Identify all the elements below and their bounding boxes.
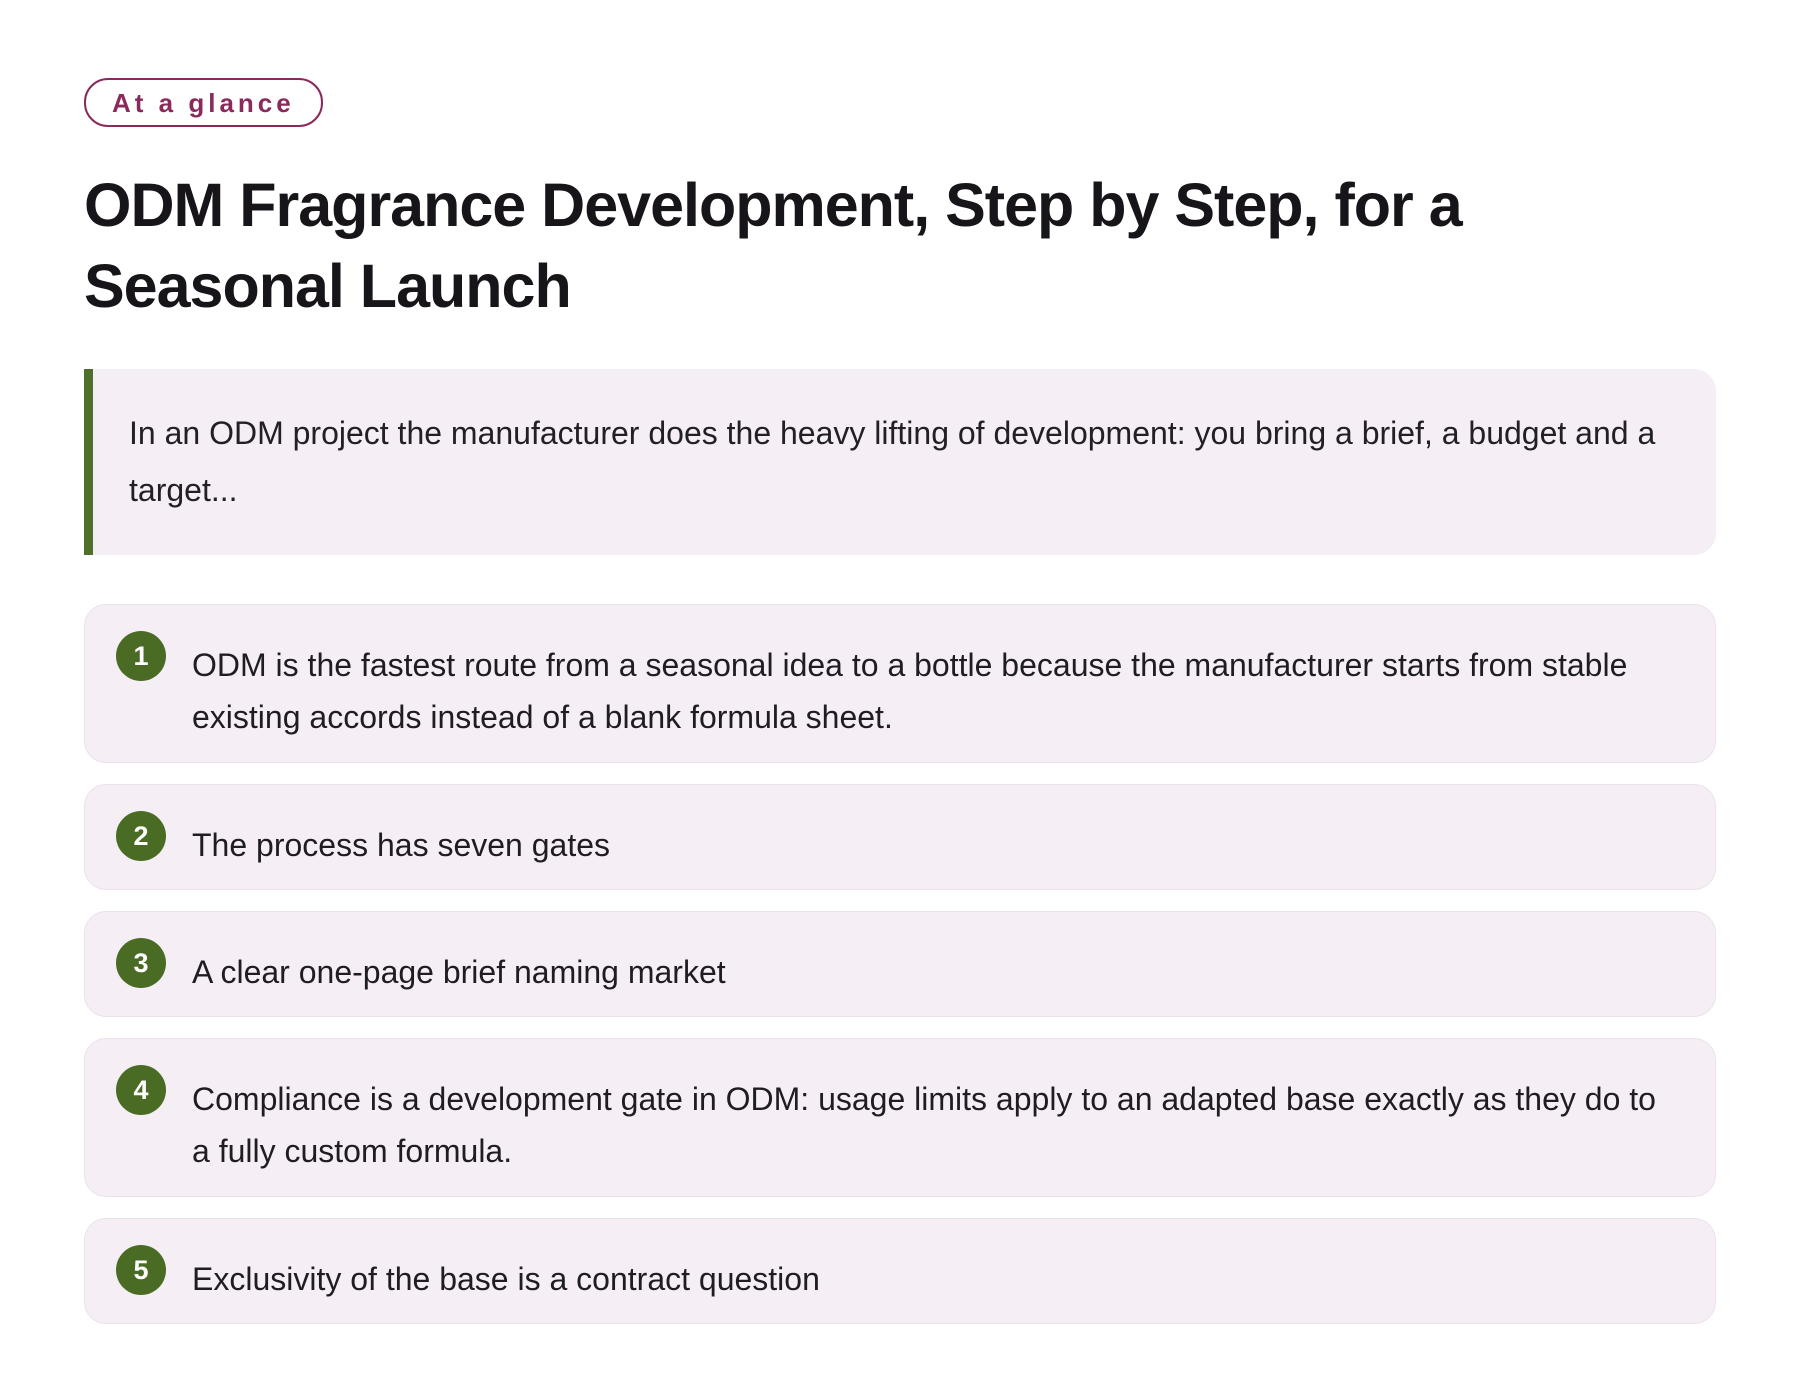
list-item-text: Compliance is a development gate in ODM:…	[192, 1081, 1656, 1169]
list-item: 3 A clear one-page brief naming market	[84, 911, 1716, 1017]
list-item: 4 Compliance is a development gate in OD…	[84, 1038, 1716, 1197]
step-number-badge: 4	[116, 1065, 166, 1115]
step-number-badge: 1	[116, 631, 166, 681]
page-title: ODM Fragrance Development, Step by Step,…	[84, 171, 1463, 320]
list-item-text: ODM is the fastest route from a seasonal…	[192, 647, 1628, 735]
list-item: 2 The process has seven gates	[84, 784, 1716, 890]
list-item: 5 Exclusivity of the base is a contract …	[84, 1218, 1716, 1324]
list-item-text: Exclusivity of the base is a contract qu…	[192, 1261, 820, 1297]
at-a-glance-badge: At a glance	[84, 78, 323, 127]
list-item-text: The process has seven gates	[192, 827, 611, 863]
key-points-list: 1 ODM is the fastest route from a season…	[84, 604, 1716, 1324]
page: At a glance ODM Fragrance Development, S…	[0, 0, 1800, 1324]
intro-callout: In an ODM project the manufacturer does …	[84, 369, 1716, 555]
step-number-badge: 5	[116, 1245, 166, 1295]
step-number-badge: 2	[116, 811, 166, 861]
step-number-badge: 3	[116, 938, 166, 988]
list-item-text: A clear one-page brief naming market	[192, 954, 726, 990]
list-item: 1 ODM is the fastest route from a season…	[84, 604, 1716, 763]
